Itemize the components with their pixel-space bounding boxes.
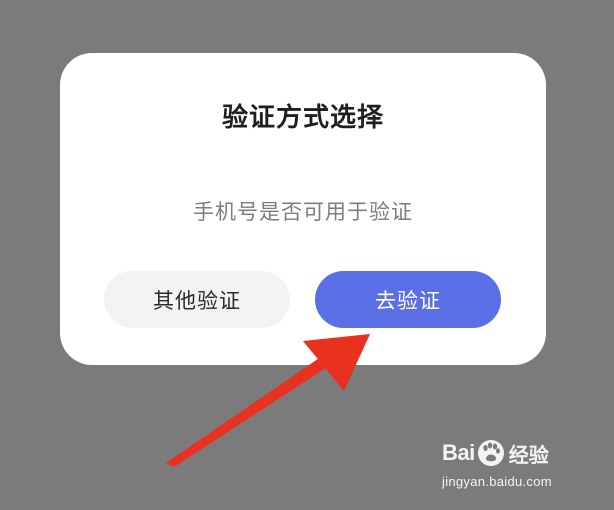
dialog-message: 手机号是否可用于验证 <box>193 200 413 224</box>
baidu-paw-icon <box>477 440 504 466</box>
watermark-brand-row: Bai 经验 <box>442 436 592 470</box>
go-verify-button[interactable]: 去验证 <box>315 271 501 328</box>
watermark-url: jingyan.baidu.com <box>442 474 552 489</box>
screen-backdrop: 验证方式选择 手机号是否可用于验证 其他验证 去验证 Bai 经验 jingya… <box>0 0 614 510</box>
baidu-jingyan-watermark: Bai 经验 jingyan.baidu.com <box>442 436 592 498</box>
arrow-shaft <box>166 352 335 467</box>
watermark-brand-left: Bai <box>442 440 475 465</box>
dialog-title: 验证方式选择 <box>221 103 384 133</box>
watermark-brand-right: 经验 <box>508 442 549 467</box>
other-verification-button[interactable]: 其他验证 <box>104 271 290 328</box>
